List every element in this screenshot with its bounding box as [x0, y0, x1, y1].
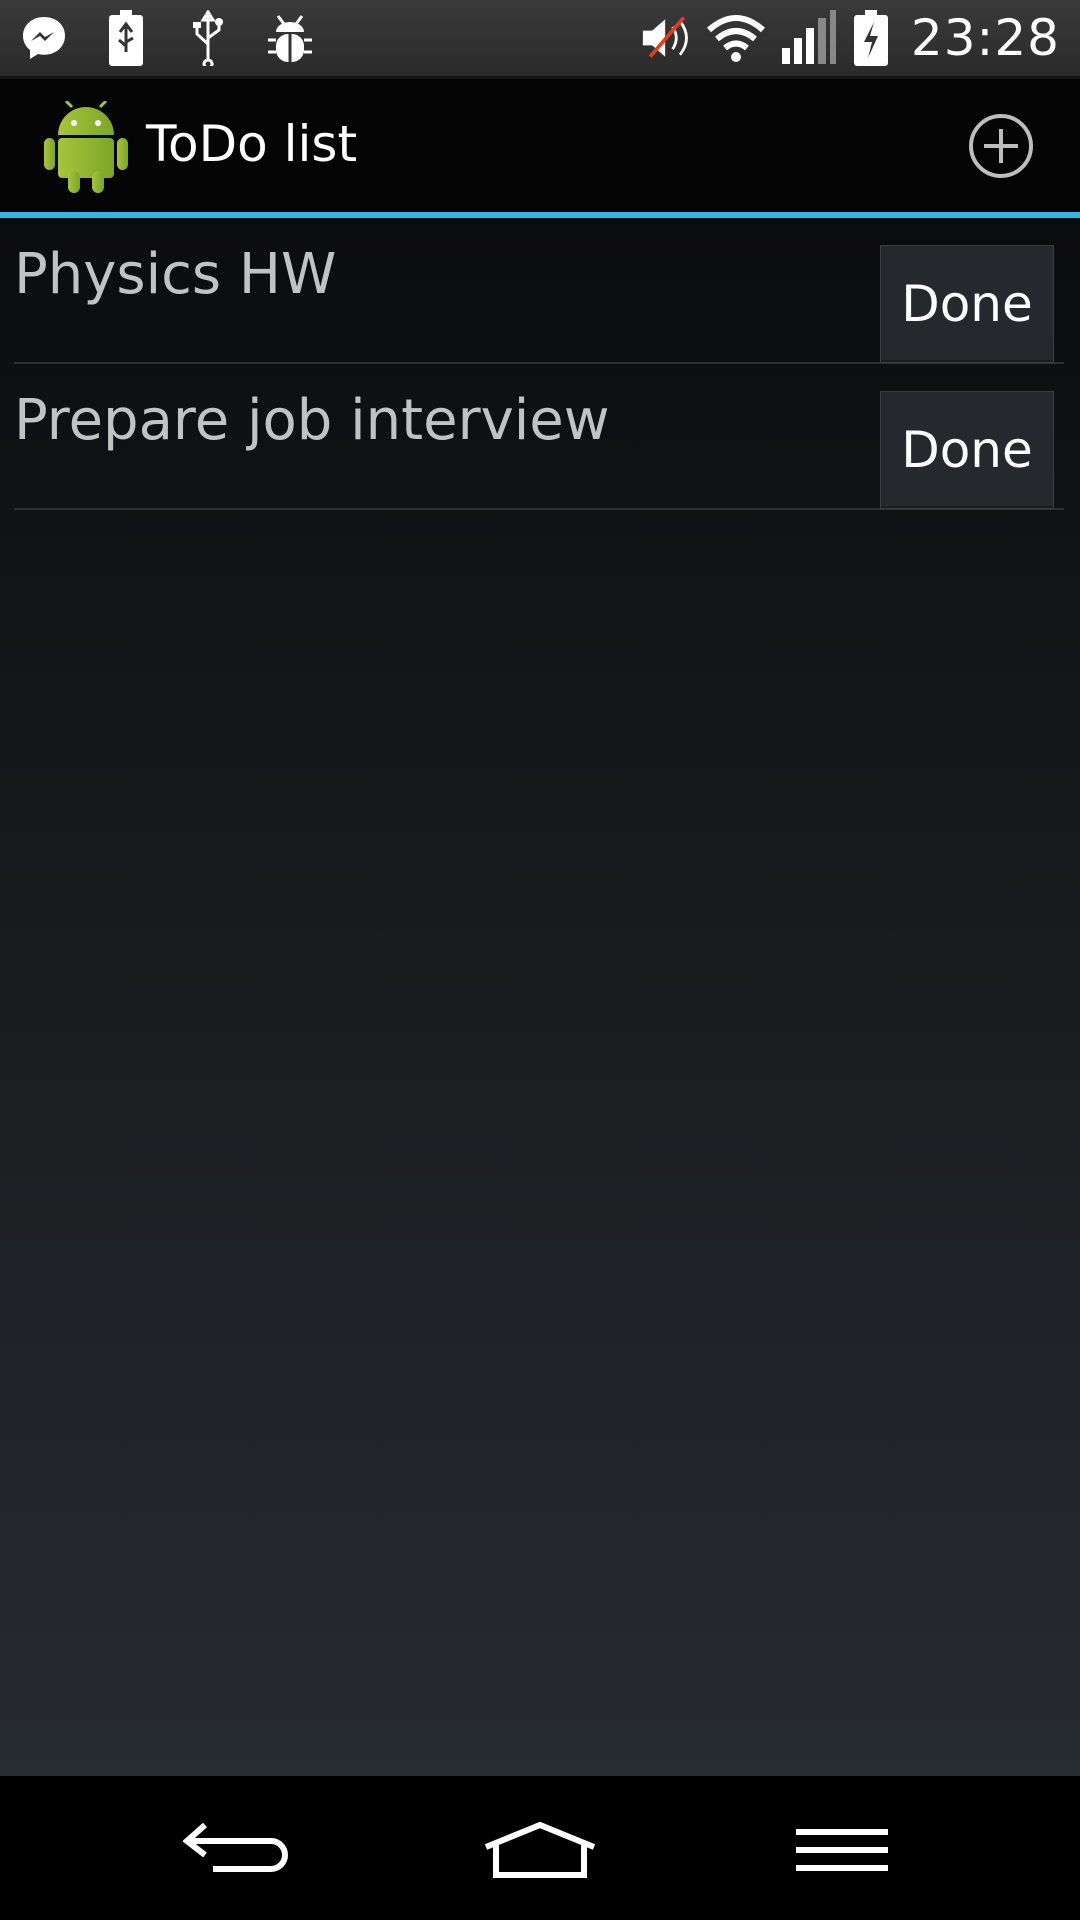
status-bar: 23:28: [0, 0, 1080, 79]
add-task-button[interactable]: [968, 113, 1034, 179]
task-label: Physics HW: [14, 242, 337, 307]
back-button[interactable]: [178, 1806, 298, 1896]
menu-button[interactable]: [782, 1806, 902, 1896]
signal-icon: [779, 10, 839, 66]
done-button[interactable]: Done: [880, 245, 1054, 363]
battery-usb-icon: [100, 10, 152, 66]
action-bar: ToDo list: [0, 79, 1080, 212]
navigation-bar: [0, 1776, 1080, 1920]
status-clock: 23:28: [910, 9, 1060, 67]
usb-icon: [182, 10, 234, 66]
task-label: Prepare job interview: [14, 388, 610, 453]
menu-icon: [796, 1829, 888, 1871]
messenger-icon: [18, 10, 70, 66]
mute-icon: [641, 10, 693, 66]
back-icon: [183, 1822, 288, 1872]
home-icon: [484, 1821, 596, 1878]
android-logo-icon: [44, 99, 128, 193]
done-button[interactable]: Done: [880, 391, 1054, 509]
add-circle-icon: [969, 114, 1033, 178]
battery-charging-icon: [851, 10, 891, 66]
wifi-icon: [705, 10, 767, 66]
page-title: ToDo list: [146, 115, 358, 173]
home-button[interactable]: [480, 1806, 600, 1896]
list-item: Physics HW Done: [14, 218, 1064, 364]
list-item: Prepare job interview Done: [14, 364, 1064, 510]
task-list: Physics HW Done Prepare job interview Do…: [0, 218, 1080, 1776]
debug-icon: [264, 10, 316, 66]
